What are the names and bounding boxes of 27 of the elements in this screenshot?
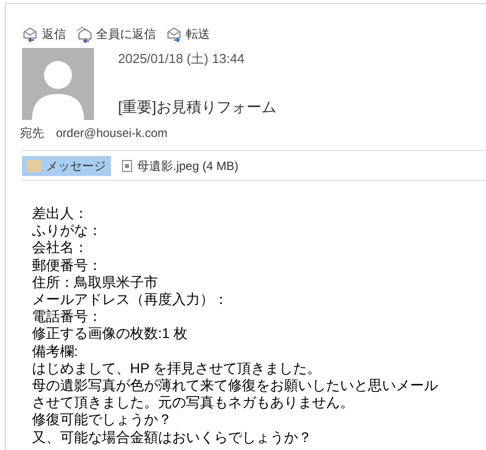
- message-tab[interactable]: メッセージ: [22, 156, 111, 176]
- recipient-label: 宛先: [20, 125, 44, 142]
- toolbar-button[interactable]: 全員に返信: [76, 25, 156, 43]
- body-line: 会社名：: [32, 239, 89, 257]
- body-line: 郵便番号：: [32, 256, 103, 274]
- body-line: 電話番号：: [32, 308, 103, 326]
- body-line: 差出人：: [32, 205, 89, 222]
- avatar-icon: [22, 48, 94, 120]
- reply-all-icon: [76, 26, 93, 42]
- body-line: 又、可能な場合金額はおいくらでしょうか？: [32, 428, 313, 446]
- body-line: 母の遺影写真が色が薄れて来て修復をお願いしたいと思いメール: [32, 377, 439, 394]
- body-line: 住所：鳥取県米子市: [32, 274, 159, 292]
- toolbar-button[interactable]: 返信: [22, 25, 66, 43]
- date-text: 2025/01/18 (土) 13:44: [118, 50, 246, 68]
- body-line: 備考欄:: [32, 342, 79, 360]
- subject-text: [重要]お見積りフォーム: [118, 98, 276, 118]
- body-line: ふりがな：: [32, 222, 103, 240]
- recipient-address: order@housei-k.com: [56, 125, 168, 142]
- body-line: メールアドレス（再度入力）：: [32, 291, 229, 308]
- body-line: はじめまして、HP を拝見させて頂きました。: [32, 360, 322, 378]
- file-icon: [122, 160, 132, 172]
- reply-icon: [22, 26, 39, 42]
- toolbar-button[interactable]: 転送: [166, 25, 210, 43]
- forward-icon: [166, 26, 183, 42]
- body-line: 修正する画像の枚数:1 枚: [32, 325, 189, 343]
- body-line: させて頂きました。元の写真もネガもありません。: [32, 394, 355, 412]
- body-line: 修復可能でしょうか？: [32, 411, 173, 429]
